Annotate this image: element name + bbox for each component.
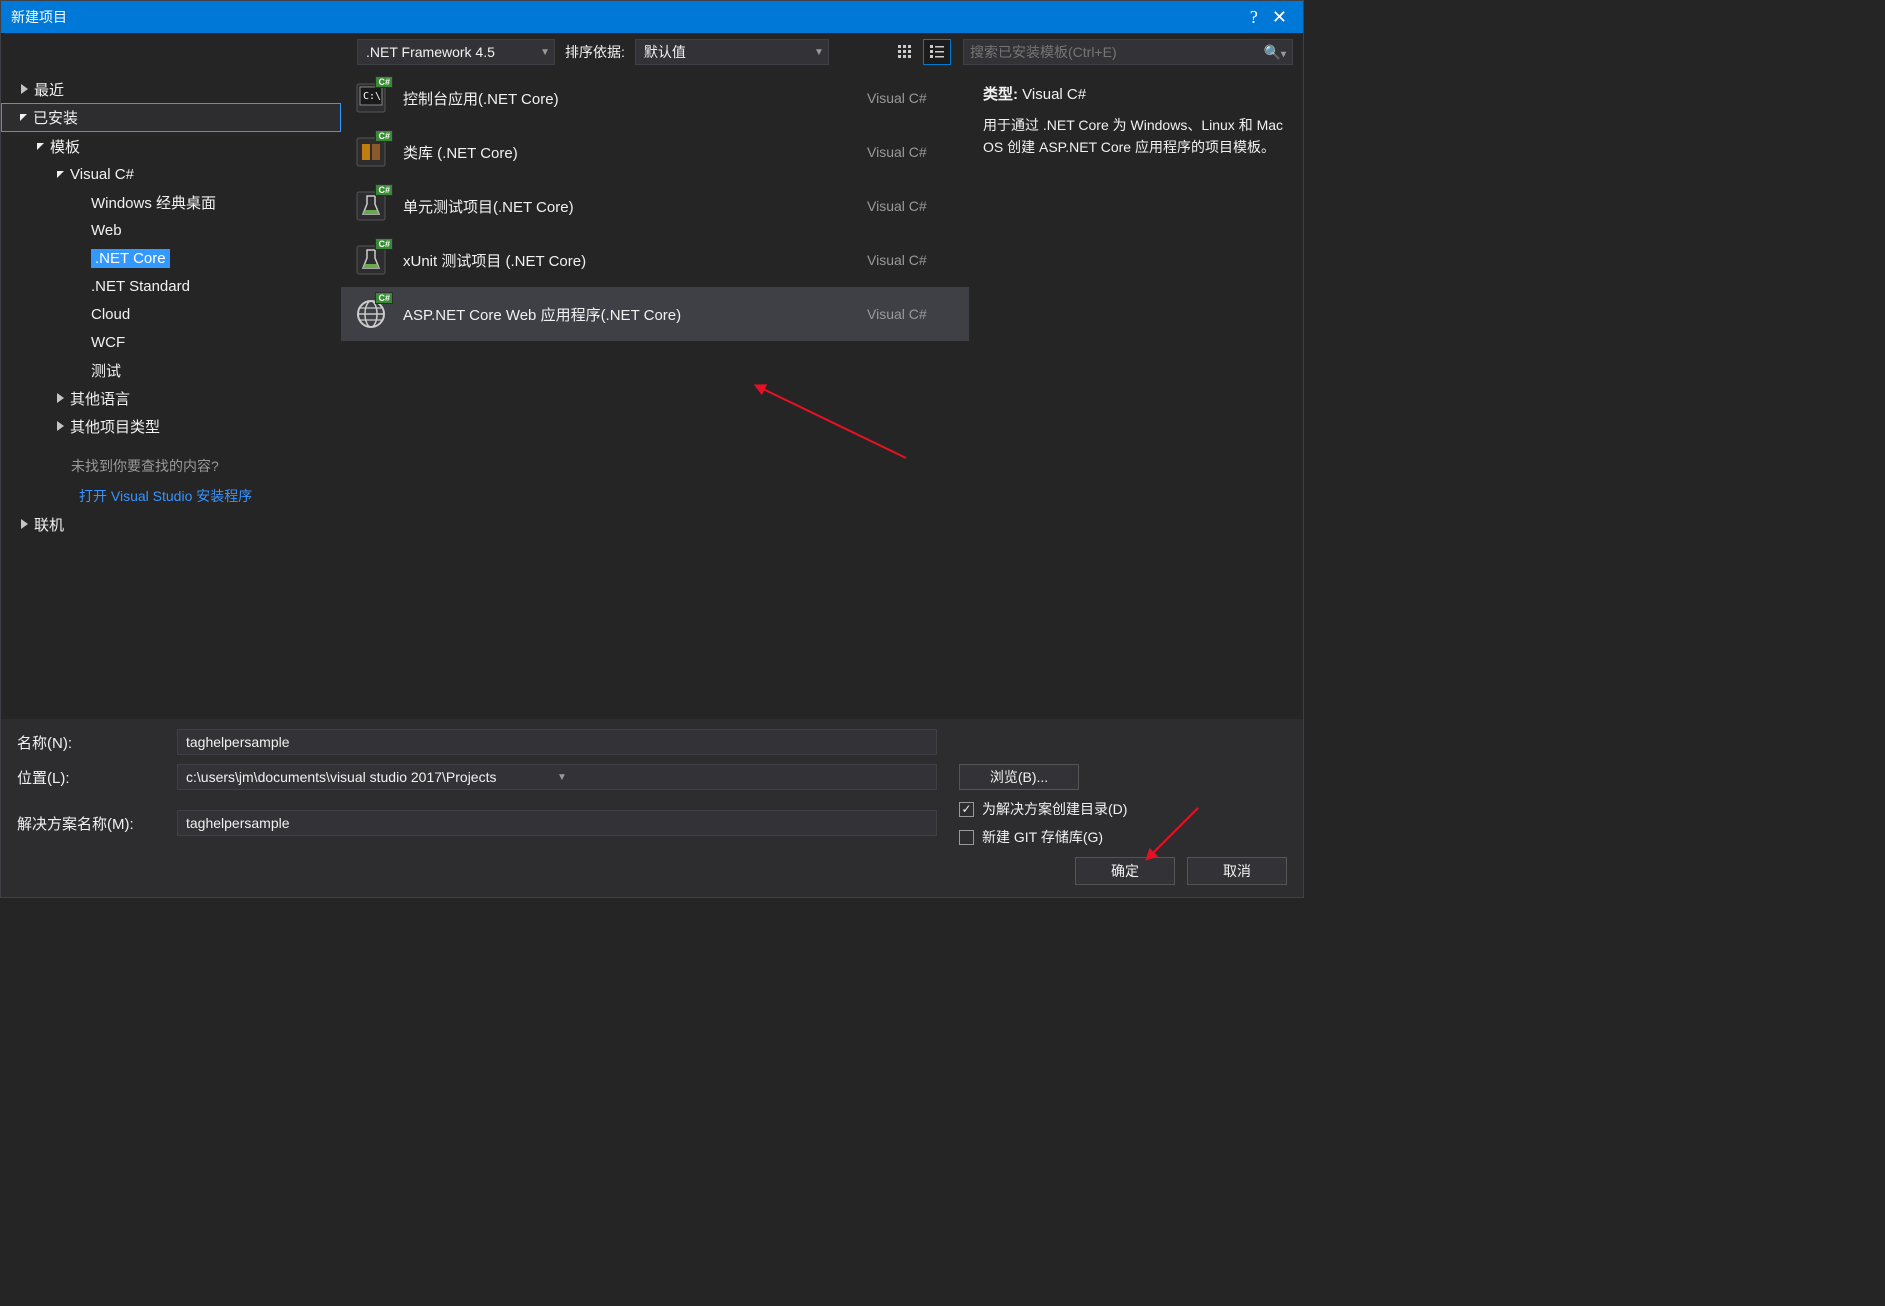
form-area: 名称(N): 位置(L): c:\users\jm\documents\visu… [1,719,1303,897]
template-row[interactable]: C# xUnit 测试项目 (.NET Core) Visual C# [341,233,969,287]
git-repo-checkbox[interactable] [959,830,974,845]
tree-recent[interactable]: 最近 [1,75,341,103]
open-installer-link[interactable]: 打开 Visual Studio 安装程序 [1,480,341,510]
expand-icon [21,519,28,529]
location-combo[interactable]: c:\users\jm\documents\visual studio 2017… [177,764,937,790]
tree-leaf-netcore[interactable]: .NET Core [1,244,341,272]
tree-other-lang[interactable]: 其他语言 [1,384,341,412]
name-input[interactable] [177,729,937,755]
create-directory-label: 为解决方案创建目录(D) [982,799,1127,819]
name-label: 名称(N): [17,732,177,753]
template-icon: C# [353,134,389,170]
collapse-icon [57,171,64,178]
ok-button[interactable]: 确定 [1075,857,1175,885]
template-name: xUnit 测试项目 (.NET Core) [403,250,853,271]
tree-leaf-netstandard[interactable]: .NET Standard [1,272,341,300]
chevron-down-icon: ▼ [540,47,550,58]
titlebar: 新建项目 ? ✕ [1,1,1303,33]
solution-name-input[interactable] [177,810,937,836]
template-list: C:\C#控制台应用(.NET Core)Visual C#C#类库 (.NET… [341,71,969,719]
tree-leaf-cloud[interactable]: Cloud [1,300,341,328]
template-language: Visual C# [867,90,957,106]
help-button[interactable]: ? [1250,7,1258,28]
tree-installed[interactable]: 已安装 [1,103,341,132]
dialog-title: 新建项目 [11,7,67,27]
template-name: 控制台应用(.NET Core) [403,88,853,109]
search-box[interactable]: 🔍▾ [963,39,1293,65]
not-found-text: 未找到你要查找的内容? [1,440,341,480]
template-language: Visual C# [867,306,957,322]
solution-name-label: 解决方案名称(M): [17,813,177,834]
sort-combo[interactable]: 默认值 ▼ [635,39,829,65]
category-tree: 最近 已安装 模板 Visual C# Windows 经典桌面 Web .NE [1,71,341,719]
chevron-down-icon: ▼ [814,47,824,58]
template-language: Visual C# [867,144,957,160]
framework-combo[interactable]: .NET Framework 4.5 ▼ [357,39,555,65]
template-row[interactable]: C# 单元测试项目(.NET Core) Visual C# [341,179,969,233]
svg-text:C:\: C:\ [363,91,381,102]
framework-value: .NET Framework 4.5 [366,44,495,60]
sort-value: 默认值 [644,42,686,62]
template-icon: C# [353,188,389,224]
create-directory-checkbox[interactable] [959,802,974,817]
search-icon[interactable]: 🔍▾ [1264,44,1286,61]
collapse-icon [37,143,44,150]
template-name: 单元测试项目(.NET Core) [403,196,853,217]
tree-leaf-windows[interactable]: Windows 经典桌面 [1,188,341,216]
template-row[interactable]: C# 类库 (.NET Core) Visual C# [341,125,969,179]
tree-other-types[interactable]: 其他项目类型 [1,412,341,440]
expand-icon [57,393,64,403]
template-row[interactable]: C# ASP.NET Core Web 应用程序(.NET Core) Visual… [341,287,969,341]
expand-icon [21,84,28,94]
template-icon: C# [353,296,389,332]
type-value: Visual C# [1022,86,1086,103]
close-button[interactable]: ✕ [1272,7,1287,28]
template-row[interactable]: C:\C# 控制台应用(.NET Core) Visual C# [341,71,969,125]
tree-leaf-web[interactable]: Web [1,216,341,244]
template-icon: C# [353,242,389,278]
collapse-icon [20,114,27,121]
sort-label: 排序依据: [565,42,625,62]
template-icon: C:\C# [353,80,389,116]
details-panel: 类型: Visual C# 用于通过 .NET Core 为 Windows、L… [969,71,1303,719]
tree-csharp[interactable]: Visual C# [1,160,341,188]
chevron-down-icon: ▼ [557,772,928,783]
tree-leaf-wcf[interactable]: WCF [1,328,341,356]
tree-leaf-test[interactable]: 测试 [1,356,341,384]
tree-templates[interactable]: 模板 [1,132,341,160]
location-label: 位置(L): [17,767,177,788]
template-name: 类库 (.NET Core) [403,142,853,163]
tree-online[interactable]: 联机 [1,510,341,538]
template-language: Visual C# [867,198,957,214]
view-small-icon[interactable] [891,39,919,65]
template-name: ASP.NET Core Web 应用程序(.NET Core) [403,304,853,325]
browse-button[interactable]: 浏览(B)... [959,764,1079,790]
expand-icon [57,421,64,431]
view-list-icon[interactable] [923,39,951,65]
template-description: 用于通过 .NET Core 为 Windows、Linux 和 Mac OS … [983,114,1289,159]
template-language: Visual C# [867,252,957,268]
toolbar: .NET Framework 4.5 ▼ 排序依据: 默认值 ▼ 🔍▾ [1,33,1303,71]
git-repo-label: 新建 GIT 存储库(G) [982,827,1103,847]
cancel-button[interactable]: 取消 [1187,857,1287,885]
type-label: 类型: [983,86,1018,103]
search-input[interactable] [970,44,1264,60]
